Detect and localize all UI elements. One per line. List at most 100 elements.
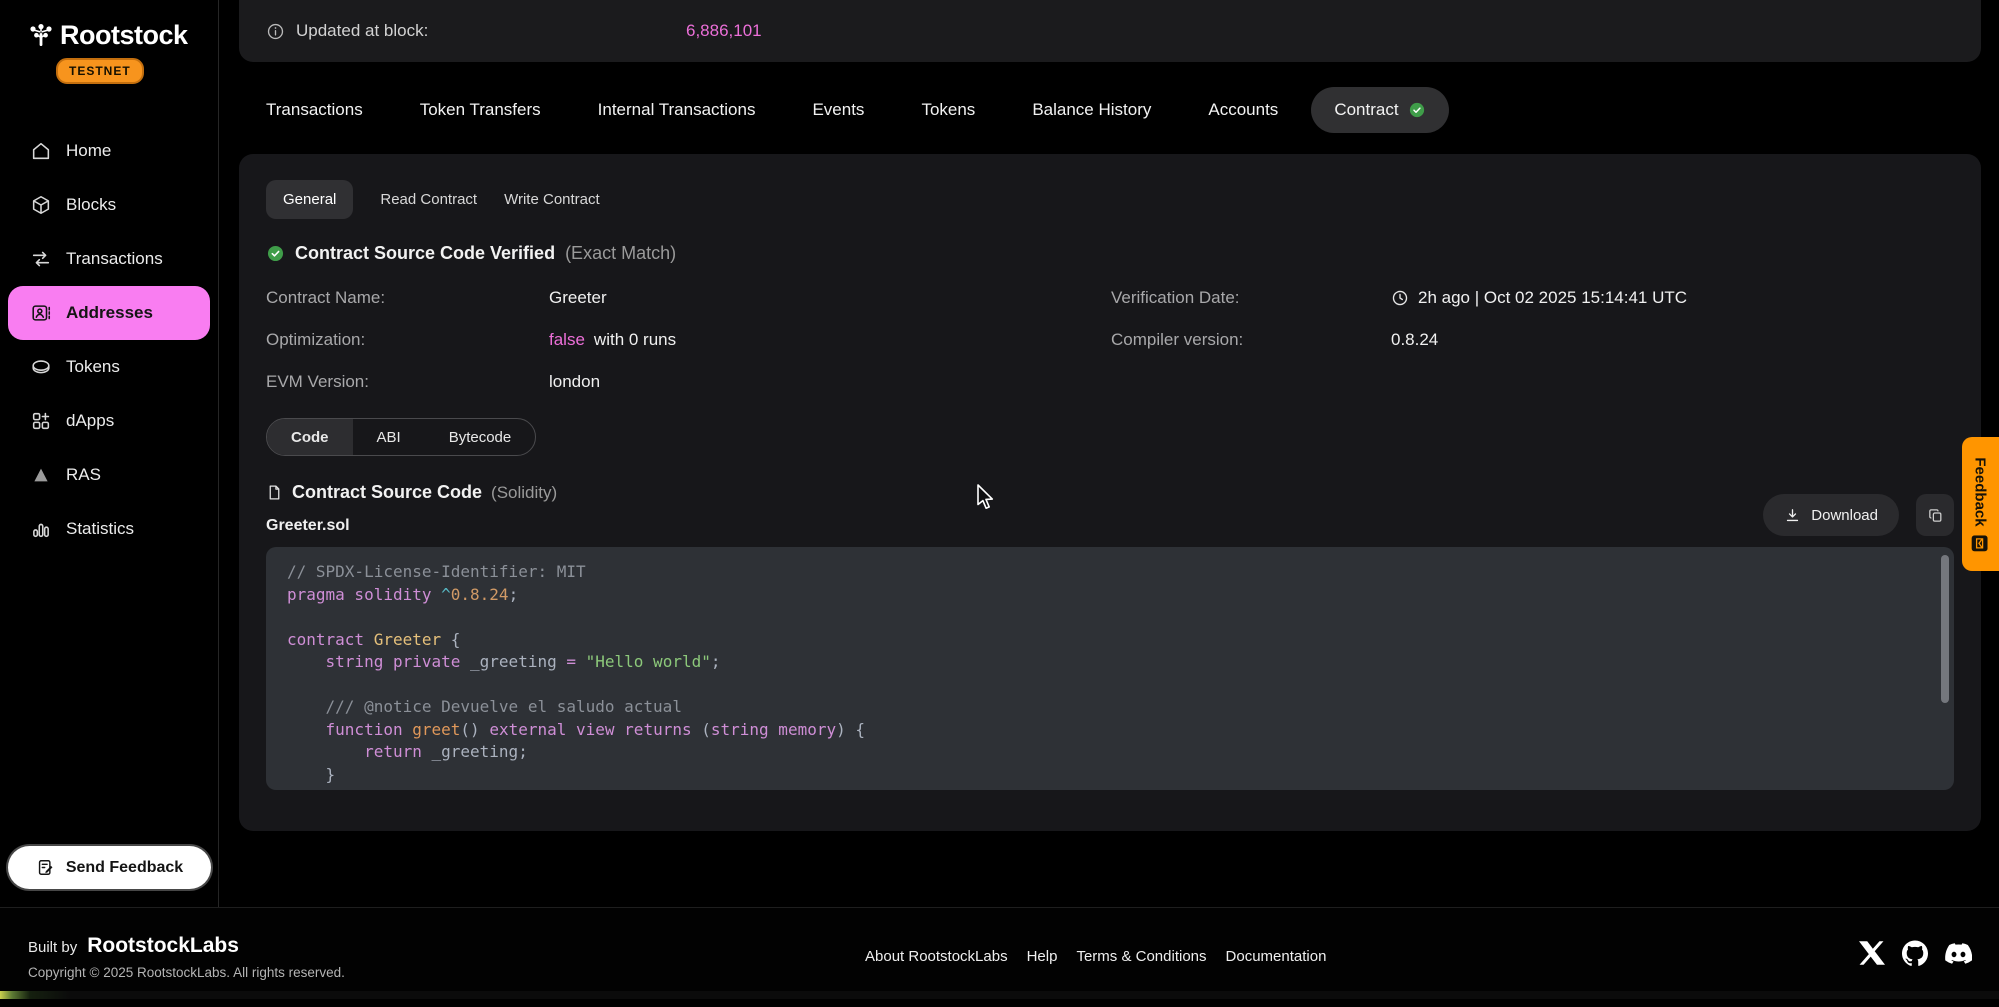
- sidebar-item-statistics[interactable]: Statistics: [0, 502, 218, 556]
- send-feedback-label: Send Feedback: [66, 859, 183, 877]
- sidebar-item-label: Home: [66, 141, 111, 161]
- source-code-block[interactable]: // SPDX-License-Identifier: MITpragma so…: [266, 547, 1954, 790]
- source-language-note: (Solidity): [491, 483, 557, 503]
- rootstock-logo[interactable]: Rootstock: [28, 20, 218, 51]
- sidebar-item-dapps[interactable]: dApps: [0, 394, 218, 448]
- code-view-switcher: Code ABI Bytecode: [266, 418, 536, 456]
- contract-name-value: Greeter: [549, 288, 1111, 308]
- sidebar-nav: Home Blocks Transactions Addresses Token…: [0, 124, 218, 556]
- blocks-icon: [30, 194, 52, 216]
- sidebar-item-label: dApps: [66, 411, 114, 431]
- sidebar-item-label: RAS: [66, 465, 101, 485]
- optimization-accent: false: [549, 330, 585, 350]
- feedback-tab-label: Feedback: [1972, 457, 1989, 526]
- verified-note: (Exact Match): [565, 243, 676, 264]
- tab-transactions[interactable]: Transactions: [266, 100, 363, 120]
- footer-link-help[interactable]: Help: [1027, 948, 1058, 965]
- send-feedback-button[interactable]: Send Feedback: [8, 846, 211, 889]
- updated-at-block-label: Updated at block:: [296, 21, 428, 41]
- sidebar-item-transactions[interactable]: Transactions: [0, 232, 218, 286]
- sidebar-item-addresses[interactable]: Addresses: [8, 286, 210, 340]
- contract-name-label: Contract Name:: [266, 288, 549, 308]
- dapps-icon: [30, 410, 52, 432]
- tab-accounts[interactable]: Accounts: [1208, 100, 1278, 120]
- discord-icon[interactable]: [1945, 940, 1971, 966]
- feedback-side-tab[interactable]: Feedback: [1962, 437, 1999, 571]
- send-feedback-icon: [36, 858, 55, 877]
- source-title: Contract Source Code: [292, 482, 482, 503]
- verification-date-value: 2h ago | Oct 02 2025 15:14:41 UTC: [1391, 288, 1954, 308]
- x-twitter-icon[interactable]: [1859, 940, 1885, 966]
- footer-link-documentation[interactable]: Documentation: [1226, 948, 1327, 965]
- optimization-label: Optimization:: [266, 330, 549, 350]
- sidebar-item-label: Statistics: [66, 519, 134, 539]
- built-by-label: Built by: [28, 939, 77, 956]
- sidebar-item-home[interactable]: Home: [0, 124, 218, 178]
- sidebar-item-label: Addresses: [66, 303, 153, 323]
- download-label: Download: [1811, 507, 1878, 524]
- source-heading: Contract Source Code (Solidity): [266, 482, 1954, 503]
- feedback-message-icon: [1973, 535, 1989, 551]
- clock-icon: [1391, 289, 1409, 307]
- rootstock-logo-icon: [28, 23, 54, 49]
- optimization-value: false with 0 runs: [549, 330, 1111, 350]
- verified-check-circle-icon: [266, 244, 285, 263]
- rootstocklabs-link[interactable]: RootstockLabs: [87, 934, 239, 958]
- sidebar-item-blocks[interactable]: Blocks: [0, 178, 218, 232]
- tokens-icon: [30, 356, 52, 378]
- contract-subtabs: General Read Contract Write Contract: [266, 180, 1954, 219]
- verification-date-text: 2h ago | Oct 02 2025 15:14:41 UTC: [1418, 288, 1687, 308]
- source-file-icon: [266, 484, 283, 501]
- subtab-write-contract[interactable]: Write Contract: [504, 180, 600, 219]
- verified-banner: Contract Source Code Verified (Exact Mat…: [266, 243, 1954, 264]
- verified-title: Contract Source Code Verified: [295, 243, 555, 264]
- footer-link-about[interactable]: About RootstockLabs: [865, 948, 1008, 965]
- code-actions: Download: [1763, 494, 1954, 536]
- updated-at-block-bar: Updated at block: 6,886,101: [239, 0, 1981, 62]
- tab-events[interactable]: Events: [812, 100, 864, 120]
- code-tab-bytecode[interactable]: Bytecode: [425, 419, 536, 455]
- tab-internal-transactions[interactable]: Internal Transactions: [598, 100, 756, 120]
- tab-tokens[interactable]: Tokens: [921, 100, 975, 120]
- transactions-icon: [30, 248, 52, 270]
- copy-button[interactable]: [1916, 494, 1954, 536]
- sidebar: Rootstock TESTNET Home Blocks Transactio…: [0, 0, 219, 907]
- subtab-general[interactable]: General: [266, 180, 353, 219]
- copy-icon: [1927, 507, 1944, 524]
- logo-area: Rootstock TESTNET: [0, 0, 218, 84]
- feedback-inner: Feedback: [1972, 457, 1989, 551]
- contract-fields: Contract Name: Greeter Verification Date…: [266, 288, 1954, 392]
- code-scrollbar-thumb[interactable]: [1941, 555, 1949, 703]
- sidebar-item-label: Blocks: [66, 195, 116, 215]
- footer: Built by RootstockLabs Copyright © 2025 …: [0, 907, 1999, 999]
- download-icon: [1784, 507, 1801, 524]
- sidebar-item-label: Transactions: [66, 249, 163, 269]
- tab-balance-history[interactable]: Balance History: [1032, 100, 1151, 120]
- built-by-block: Built by RootstockLabs Copyright © 2025 …: [28, 934, 345, 980]
- code-tab-abi[interactable]: ABI: [353, 419, 425, 455]
- sidebar-item-tokens[interactable]: Tokens: [0, 340, 218, 394]
- subtab-read-contract[interactable]: Read Contract: [380, 180, 477, 219]
- tab-token-transfers[interactable]: Token Transfers: [420, 100, 541, 120]
- home-icon: [30, 140, 52, 162]
- addresses-icon: [30, 302, 52, 324]
- main-area: Updated at block: 6,886,101 Transactions…: [220, 0, 1999, 831]
- verification-date-label: Verification Date:: [1111, 288, 1391, 308]
- github-icon[interactable]: [1902, 940, 1928, 966]
- code-tab-code[interactable]: Code: [267, 419, 353, 455]
- source-file-name: Greeter.sol: [266, 517, 1954, 535]
- download-button[interactable]: Download: [1763, 494, 1899, 536]
- block-number-link[interactable]: 6,886,101: [686, 21, 762, 41]
- social-links: [1859, 940, 1971, 966]
- copyright-text: Copyright © 2025 RootstockLabs. All righ…: [28, 965, 345, 980]
- sidebar-item-ras[interactable]: RAS: [0, 448, 218, 502]
- testnet-badge: TESTNET: [56, 58, 144, 84]
- contract-panel: General Read Contract Write Contract Con…: [239, 154, 1981, 831]
- verified-check-icon: [1408, 101, 1426, 119]
- footer-link-terms[interactable]: Terms & Conditions: [1076, 948, 1206, 965]
- evm-version-value: london: [549, 372, 1111, 392]
- sidebar-item-label: Tokens: [66, 357, 120, 377]
- info-icon: [266, 22, 285, 41]
- optimization-rest: with 0 runs: [594, 330, 676, 350]
- tab-contract[interactable]: Contract: [1311, 87, 1448, 133]
